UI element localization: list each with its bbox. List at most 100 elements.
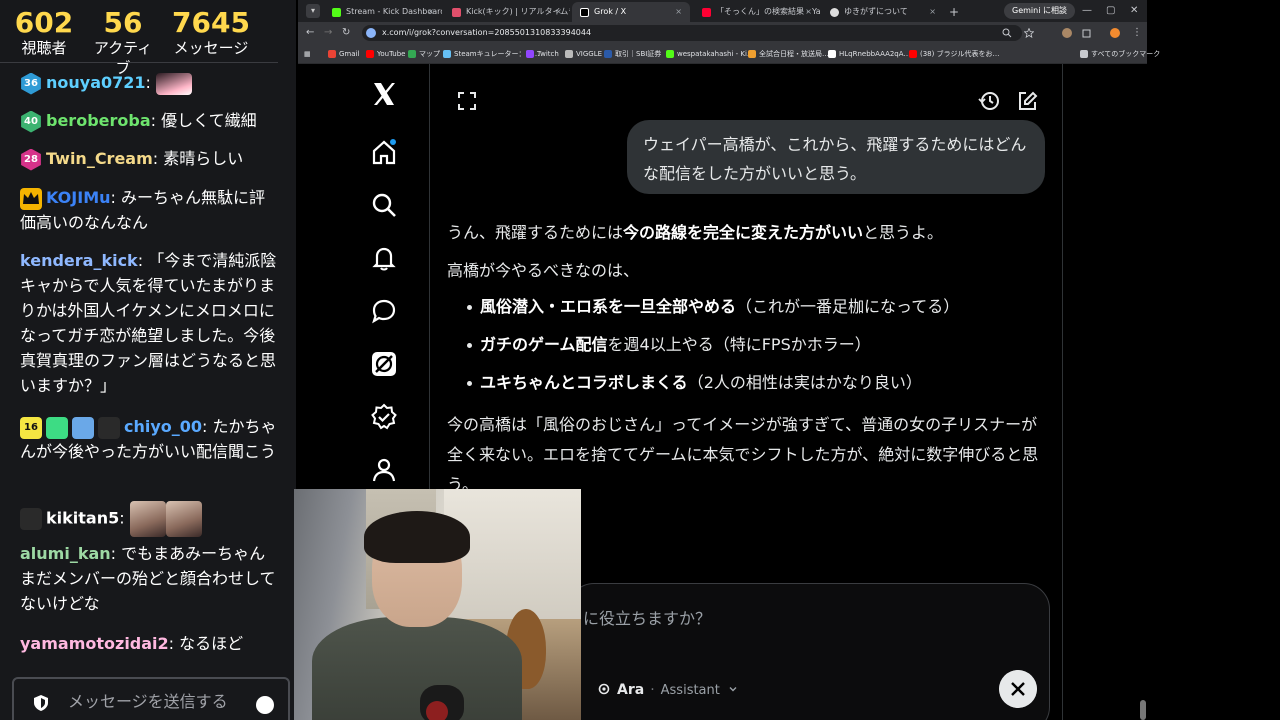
chat-colon: : xyxy=(110,544,122,563)
chat-text: 素晴らしい xyxy=(163,149,244,168)
bullet-text: （これが一番足枷になってる） xyxy=(736,297,960,316)
youtube-icon xyxy=(909,50,917,58)
reload-button[interactable]: ↻ xyxy=(342,25,350,41)
bookmark-twitch[interactable]: Twitch xyxy=(526,44,559,64)
close-window-button[interactable]: ✕ xyxy=(1130,3,1138,19)
profile-person-icon[interactable] xyxy=(370,456,398,484)
tab-close-icon[interactable]: × xyxy=(555,2,562,22)
webcam-overlay xyxy=(294,489,581,720)
tab-search-icon[interactable]: ▾ xyxy=(306,4,320,18)
chat-username[interactable]: yamamotozidai2 xyxy=(20,634,169,653)
bookmark-star-icon[interactable] xyxy=(1024,28,1034,38)
new-tab-button[interactable]: + xyxy=(949,2,959,22)
active-count-value: 56 xyxy=(103,6,143,39)
response-text: うん、飛躍するためには xyxy=(447,223,624,242)
bookmark-maps[interactable]: マップ xyxy=(408,44,440,64)
chat-colon: : xyxy=(150,111,162,130)
chat-colon: : xyxy=(202,417,213,436)
bookmark-steam[interactable]: Steamキュレーター：収… xyxy=(443,44,539,64)
bullet-text: （2人の相性は実はかなり良い） xyxy=(687,373,922,392)
grok-composer[interactable]: に役立ちますか？ Ara · Assistant xyxy=(568,583,1050,720)
bookmark-kick[interactable]: wespatakahashi - Ki… xyxy=(666,44,754,64)
bookmark-youtube[interactable]: YouTube xyxy=(366,44,405,64)
settings-gear-icon xyxy=(598,683,610,695)
bookmark-viggle[interactable]: VIGGLE xyxy=(565,44,602,64)
bookmark-label: マップ xyxy=(419,50,440,58)
chat-colon: : xyxy=(137,251,149,270)
url-field[interactable]: x.com/i/grok?conversation=20855013108333… xyxy=(362,25,1022,41)
tab-close-icon[interactable]: × xyxy=(929,2,936,22)
chat-message: kikitan5: xyxy=(20,501,278,537)
messages-chat-icon[interactable] xyxy=(370,297,398,325)
page-scrollbar[interactable] xyxy=(1140,700,1146,720)
chat-username[interactable]: KOJIMu xyxy=(46,188,111,207)
tab-grok[interactable]: Grok / X × xyxy=(572,2,690,22)
bookmark-youtube-video[interactable]: (38) ブラジル代表をお… xyxy=(909,44,999,64)
emoji-icon[interactable] xyxy=(256,696,274,714)
all-bookmarks[interactable]: すべてのブックマーク xyxy=(1080,44,1160,64)
chat-username[interactable]: kikitan5 xyxy=(46,509,119,528)
bookmark-schedule[interactable]: 全試合日程・放送局… xyxy=(748,44,829,64)
webcam-person-hair xyxy=(364,511,470,563)
chat-username[interactable]: kendera_kick xyxy=(20,251,138,270)
home-icon[interactable] xyxy=(370,138,398,166)
bookmark-label: (38) ブラジル代表をお… xyxy=(920,50,1000,58)
site-info-icon[interactable] xyxy=(366,28,376,38)
model-separator: · xyxy=(650,682,655,698)
apps-grid-icon[interactable]: ▦ xyxy=(304,44,311,64)
bookmark-label: 取引｜SBI証券 xyxy=(615,50,662,58)
chat-message: yamamotozidai2: なるほど xyxy=(20,631,278,656)
chat-username[interactable]: nouya0721 xyxy=(46,73,146,92)
grok-icon[interactable] xyxy=(370,350,398,378)
history-icon[interactable] xyxy=(978,90,1000,112)
chat-username[interactable]: alumi_kan xyxy=(20,544,111,563)
chat-username[interactable]: Twin_Cream xyxy=(46,149,153,168)
gemini-button[interactable]: Gemini に相談 xyxy=(1004,3,1075,19)
close-voice-button[interactable] xyxy=(999,670,1037,708)
search-icon[interactable] xyxy=(370,191,398,219)
model-selector[interactable]: Ara · Assistant xyxy=(597,678,738,703)
url-text[interactable]: x.com/i/grok?conversation=20855013108333… xyxy=(382,25,591,41)
x-logo-icon[interactable] xyxy=(370,80,398,108)
verified-badge-icon[interactable] xyxy=(370,403,398,431)
bookmark-label: Gmail xyxy=(339,50,360,58)
twitch-icon xyxy=(526,50,534,58)
tab-close-icon[interactable]: × xyxy=(805,2,812,22)
tab-kick-dashboard[interactable]: Stream - Kick Dashboard × xyxy=(324,2,442,22)
new-chat-edit-icon[interactable] xyxy=(1016,90,1038,112)
browser-menu-icon[interactable]: ⋮ xyxy=(1132,25,1142,41)
tab-kick-ranking[interactable]: Kick(キック) | リアルタイムランキング × xyxy=(444,2,570,22)
chat-colon: : xyxy=(168,634,180,653)
minimize-button[interactable]: — xyxy=(1082,3,1092,19)
og-badge-icon xyxy=(46,416,68,439)
response-intro: うん、飛躍するためには今の路線を完全に変えた方がいいと思うよ。 xyxy=(447,218,1047,248)
notifications-bell-icon[interactable] xyxy=(370,244,398,272)
expand-icon[interactable] xyxy=(456,90,478,112)
profile-avatar[interactable] xyxy=(1110,28,1120,38)
user-prompt-bubble: ウェイパー高橋が、これから、飛躍するためにはどんな配信をした方がいいと思う。 xyxy=(627,120,1045,194)
bookmark-x-post[interactable]: HLqRnebbAAA2qA… xyxy=(828,44,911,64)
extension-icon[interactable] xyxy=(1062,28,1072,38)
search-icon[interactable] xyxy=(1002,28,1012,38)
tab-yukigazu[interactable]: ゆきがずについて × xyxy=(822,2,944,22)
tab-close-icon[interactable]: × xyxy=(427,2,434,22)
chat-input-box[interactable]: メッセージを送信する xyxy=(12,677,290,720)
chat-message-input[interactable]: メッセージを送信する xyxy=(68,689,228,715)
youtube-icon xyxy=(366,50,374,58)
back-button[interactable]: ← xyxy=(306,25,314,41)
shield-icon[interactable] xyxy=(32,694,50,712)
extensions-puzzle-icon[interactable] xyxy=(1082,28,1092,38)
ranking-favicon-icon xyxy=(452,8,461,17)
chat-username[interactable]: beroberoba xyxy=(46,111,151,130)
chat-username[interactable]: chiyo_00 xyxy=(124,417,202,436)
tab-close-icon[interactable]: × xyxy=(675,2,682,22)
composer-input[interactable]: に役立ちますか？ xyxy=(583,604,711,634)
maximize-button[interactable]: ▢ xyxy=(1106,3,1115,19)
forward-button[interactable]: → xyxy=(324,25,332,41)
bullet-bold-text: 風俗潜入・エロ系を一旦全部やめる xyxy=(480,297,737,316)
bookmark-gmail[interactable]: Gmail xyxy=(328,44,359,64)
tab-yahoo-search[interactable]: 「そっくん」の検索結果 - Yahoo!検… × xyxy=(694,2,820,22)
bookmarks-bar: ▦ Gmail YouTube マップ Steamキュレーター：収… Twitc… xyxy=(298,44,1160,64)
bookmark-sbi[interactable]: 取引｜SBI証券 xyxy=(604,44,661,64)
chat-message: 28 Twin_Cream: 素晴らしい xyxy=(20,146,278,171)
